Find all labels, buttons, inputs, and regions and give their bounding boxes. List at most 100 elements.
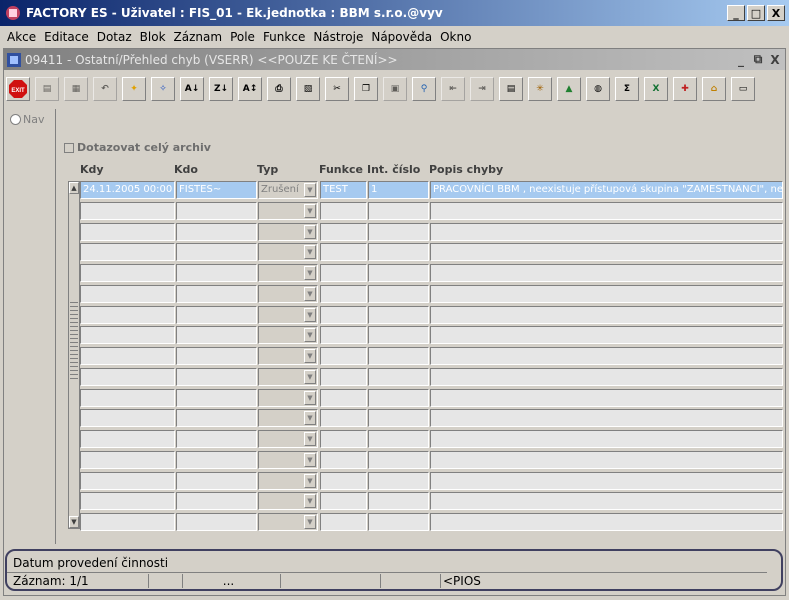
- scroll-grip[interactable]: [70, 302, 78, 382]
- cell-kdy[interactable]: [80, 326, 175, 345]
- cell-funkce[interactable]: [320, 409, 367, 428]
- excel-button[interactable]: X: [644, 77, 668, 101]
- cell-kdy[interactable]: [80, 305, 175, 324]
- cell-kdo[interactable]: [176, 326, 257, 345]
- cell-kdy[interactable]: [80, 222, 175, 241]
- cell-int-cislo[interactable]: 1: [368, 181, 429, 199]
- cell-popis[interactable]: [430, 264, 783, 282]
- export-button[interactable]: ▧: [296, 77, 320, 101]
- cell-kdy[interactable]: 24.11.2005 00:00: [80, 181, 175, 199]
- copy-button[interactable]: ❐: [354, 77, 378, 101]
- cell-kdy[interactable]: [80, 347, 175, 365]
- cell-funkce[interactable]: [320, 450, 367, 469]
- cell-funkce[interactable]: [320, 243, 367, 262]
- cell-kdo[interactable]: FISTES~: [176, 181, 257, 199]
- chevron-down-icon[interactable]: ▼: [304, 203, 316, 218]
- cell-kdo[interactable]: [176, 367, 257, 386]
- cell-kdo[interactable]: [176, 243, 257, 262]
- print-button[interactable]: ⎙: [267, 77, 291, 101]
- cell-typ[interactable]: ▼: [258, 367, 318, 386]
- menu-napoveda[interactable]: Nápověda: [368, 28, 437, 46]
- cell-kdy[interactable]: [80, 430, 175, 448]
- menu-zaznam[interactable]: Záznam: [171, 28, 228, 46]
- cell-typ[interactable]: ▼: [258, 409, 318, 428]
- cell-kdo[interactable]: [176, 347, 257, 365]
- chevron-down-icon[interactable]: ▼: [304, 349, 316, 363]
- vertical-scrollbar[interactable]: ▲ ▼: [68, 181, 80, 529]
- cell-popis[interactable]: [430, 388, 783, 407]
- cell-kdy[interactable]: [80, 243, 175, 262]
- cell-kdy[interactable]: [80, 471, 175, 490]
- cell-int-cislo[interactable]: [368, 284, 429, 303]
- cell-popis[interactable]: [430, 367, 783, 386]
- cell-funkce[interactable]: [320, 347, 367, 365]
- cell-typ[interactable]: ▼: [258, 471, 318, 490]
- cell-int-cislo[interactable]: [368, 201, 429, 220]
- cell-popis[interactable]: [430, 492, 783, 511]
- menu-akce[interactable]: Akce: [4, 28, 41, 46]
- exit-button[interactable]: EXIT: [6, 77, 30, 101]
- cell-typ[interactable]: ▼: [258, 430, 318, 448]
- close-button[interactable]: X: [767, 5, 785, 21]
- cell-popis[interactable]: [430, 243, 783, 262]
- cell-typ[interactable]: ▼: [258, 388, 318, 407]
- menu-funkce[interactable]: Funkce: [260, 28, 310, 46]
- cell-typ[interactable]: Zrušení ▼: [258, 181, 318, 199]
- cell-kdy[interactable]: [80, 388, 175, 407]
- cell-typ[interactable]: ▼: [258, 305, 318, 324]
- cell-funkce[interactable]: [320, 264, 367, 282]
- nav-radio[interactable]: Nav: [6, 109, 55, 126]
- cell-int-cislo[interactable]: [368, 264, 429, 282]
- cell-funkce[interactable]: [320, 492, 367, 511]
- cell-kdy[interactable]: [80, 409, 175, 428]
- cell-typ[interactable]: ▼: [258, 201, 318, 220]
- cell-kdo[interactable]: [176, 471, 257, 490]
- cell-funkce[interactable]: [320, 430, 367, 448]
- cell-int-cislo[interactable]: [368, 222, 429, 241]
- enter-query-button[interactable]: ✦: [122, 77, 146, 101]
- minimize-button[interactable]: _: [727, 5, 745, 21]
- cell-funkce[interactable]: TEST: [320, 181, 367, 199]
- cell-kdo[interactable]: [176, 201, 257, 220]
- sort-asc-button[interactable]: A↓: [180, 77, 204, 101]
- cell-funkce[interactable]: [320, 513, 367, 531]
- cell-funkce[interactable]: [320, 388, 367, 407]
- first-record-button[interactable]: ⇤: [441, 77, 465, 101]
- cell-kdo[interactable]: [176, 409, 257, 428]
- cell-popis[interactable]: PRACOVNÍCI BBM , neexistuje přístupová s…: [430, 181, 783, 199]
- cell-kdy[interactable]: [80, 367, 175, 386]
- cell-popis[interactable]: [430, 513, 783, 531]
- cell-kdo[interactable]: [176, 430, 257, 448]
- chevron-down-icon[interactable]: ▼: [304, 328, 316, 343]
- chevron-down-icon[interactable]: ▼: [304, 245, 316, 260]
- window-button[interactable]: ▭: [731, 77, 755, 101]
- cell-funkce[interactable]: [320, 305, 367, 324]
- cell-kdo[interactable]: [176, 284, 257, 303]
- cell-funkce[interactable]: [320, 471, 367, 490]
- cell-int-cislo[interactable]: [368, 450, 429, 469]
- cell-kdy[interactable]: [80, 284, 175, 303]
- cell-funkce[interactable]: [320, 222, 367, 241]
- chevron-down-icon[interactable]: ▼: [304, 494, 316, 509]
- cell-kdy[interactable]: [80, 264, 175, 282]
- sort-button[interactable]: A↕: [238, 77, 262, 101]
- cell-funkce[interactable]: [320, 284, 367, 303]
- execute-query-button[interactable]: ✧: [151, 77, 175, 101]
- cell-kdy[interactable]: [80, 450, 175, 469]
- chevron-down-icon[interactable]: ▼: [304, 183, 316, 197]
- cell-kdo[interactable]: [176, 450, 257, 469]
- menu-editace[interactable]: Editace: [41, 28, 94, 46]
- cell-typ[interactable]: ▼: [258, 222, 318, 241]
- chevron-down-icon[interactable]: ▼: [304, 307, 316, 322]
- cell-typ[interactable]: ▼: [258, 284, 318, 303]
- chevron-down-icon[interactable]: ▼: [304, 266, 316, 280]
- cell-popis[interactable]: [430, 409, 783, 428]
- find-button[interactable]: ⚲: [412, 77, 436, 101]
- chevron-down-icon[interactable]: ▼: [304, 473, 316, 488]
- archive-checkbox[interactable]: Dotazovat celý archiv: [64, 141, 211, 154]
- scroll-up-button[interactable]: ▲: [69, 182, 79, 194]
- cell-int-cislo[interactable]: [368, 388, 429, 407]
- cell-popis[interactable]: [430, 471, 783, 490]
- menu-blok[interactable]: Blok: [137, 28, 171, 46]
- save-button[interactable]: ▤: [35, 77, 59, 101]
